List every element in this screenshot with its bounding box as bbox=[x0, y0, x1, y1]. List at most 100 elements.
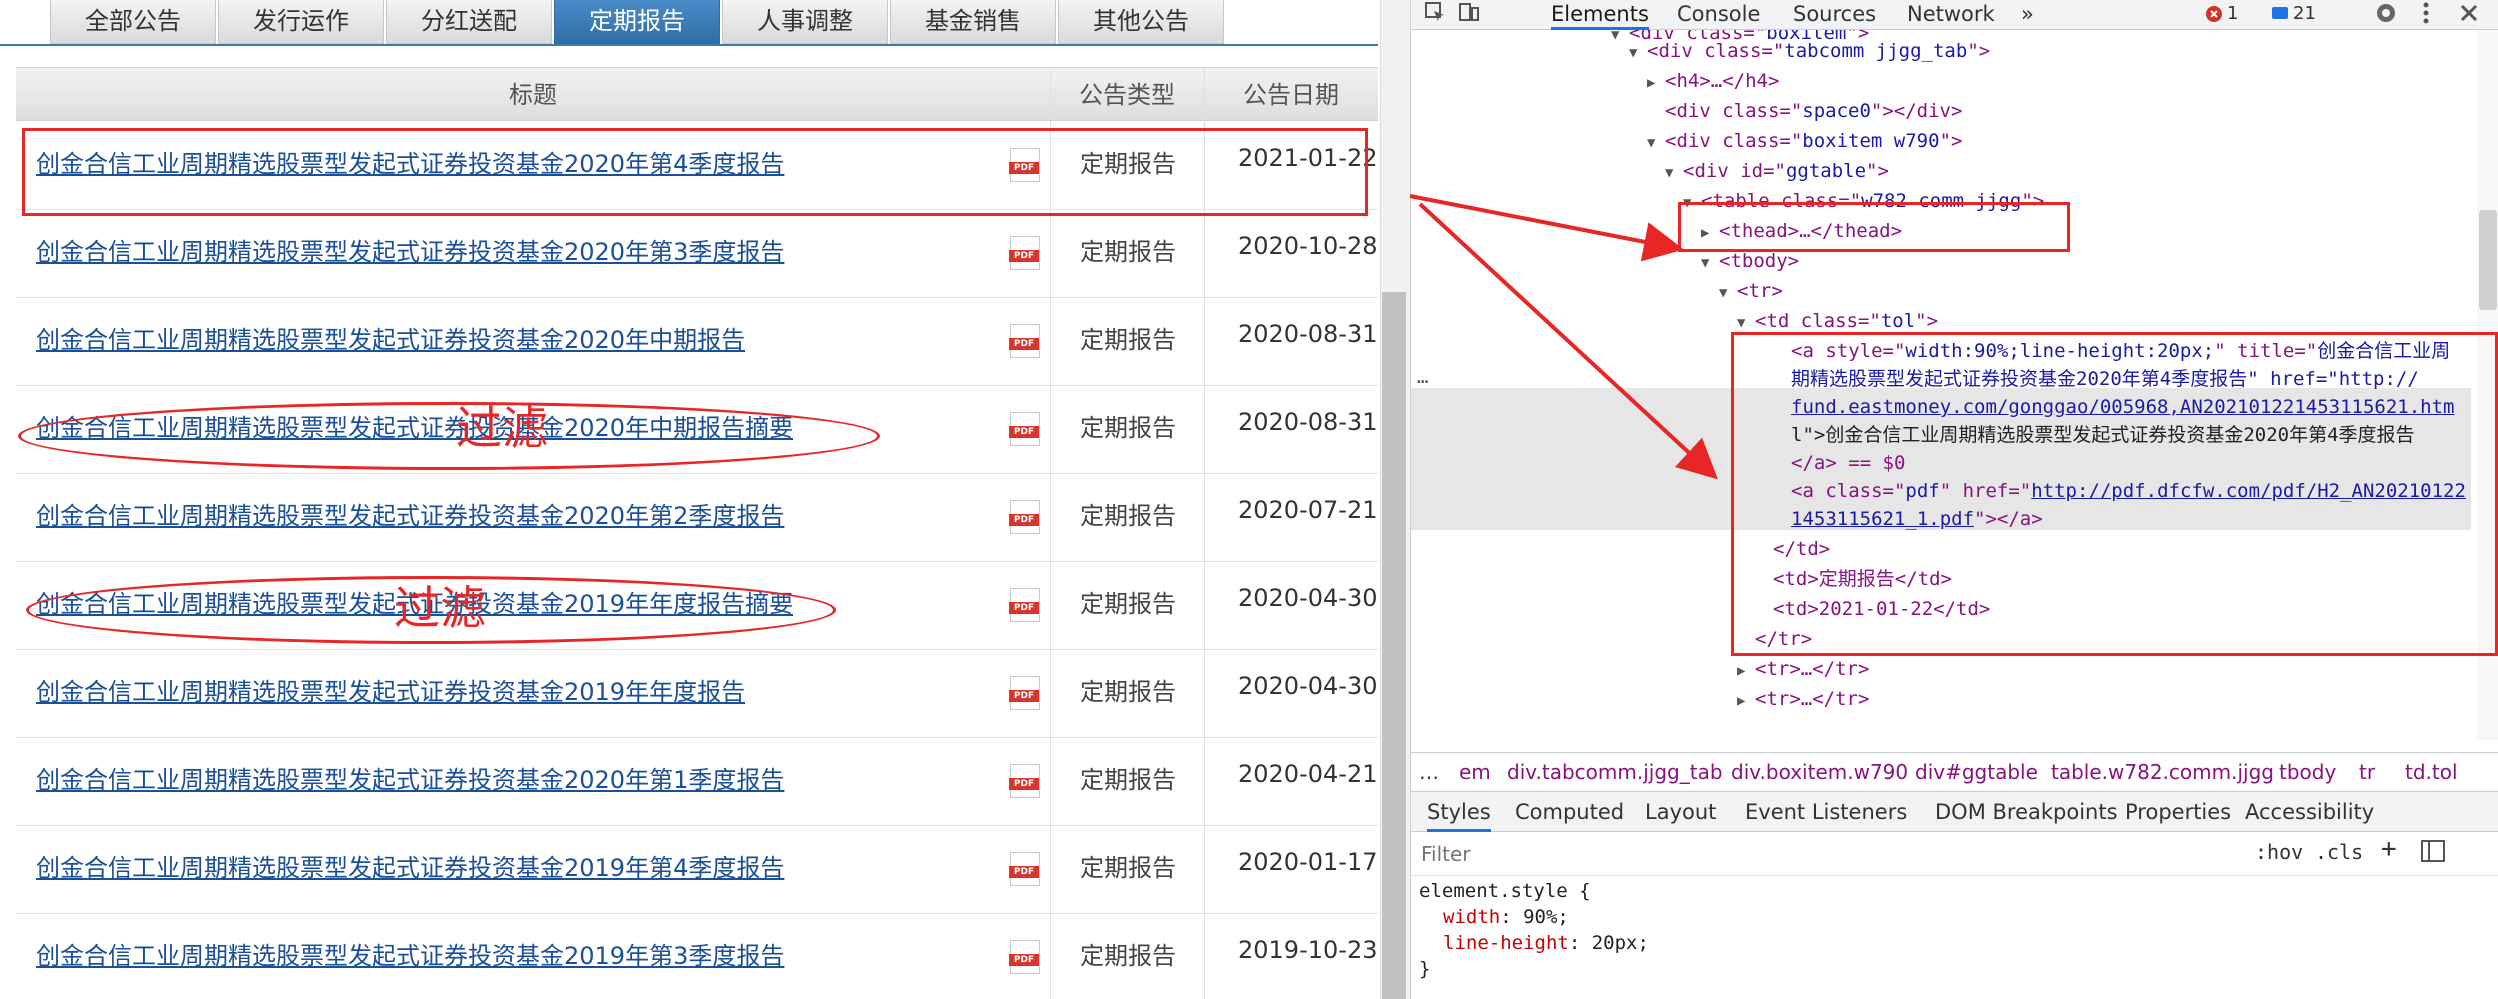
report-title-link[interactable]: 创金合信工业周期精选股票型发起式证券投资基金2020年第3季度报告 bbox=[36, 232, 784, 267]
announcement-date: 2020-04-30 bbox=[1238, 584, 1378, 612]
message-count: 21 bbox=[2293, 3, 2316, 24]
announcement-type: 定期报告 bbox=[1080, 326, 1176, 354]
header-type: 公告类型 bbox=[1079, 81, 1175, 109]
breadcrumb-item[interactable]: table.w782.comm.jjgg bbox=[2051, 753, 2274, 791]
tab-sales[interactable]: 基金销售 bbox=[890, 0, 1056, 44]
pdf-icon[interactable]: PDF bbox=[1009, 852, 1040, 886]
announcement-date: 2020-04-21 bbox=[1238, 760, 1378, 788]
tab-personnel[interactable]: 人事调整 bbox=[722, 0, 888, 44]
report-title-link[interactable]: 创金合信工业周期精选股票型发起式证券投资基金2019年第4季度报告 bbox=[36, 848, 784, 883]
device-toolbar-icon[interactable] bbox=[1457, 0, 1481, 28]
highlight-box-first-row bbox=[22, 128, 1368, 216]
inspect-element-icon[interactable] bbox=[1423, 0, 1447, 28]
tab-all[interactable]: 全部公告 bbox=[50, 0, 216, 44]
node-actions-ellipsis[interactable]: … bbox=[1417, 362, 1428, 392]
breadcrumb-item[interactable]: div.tabcomm.jjgg_tab bbox=[1507, 753, 1723, 791]
tab-other[interactable]: 其他公告 bbox=[1058, 0, 1224, 44]
styles-pane-tabs: Styles Computed Layout Event Listeners D… bbox=[1411, 792, 2498, 832]
report-title-link[interactable]: 创金合信工业周期精选股票型发起式证券投资基金2020年中期报告 bbox=[36, 320, 745, 355]
tab-styles[interactable]: Styles bbox=[1427, 792, 1491, 832]
devtools-tab-network[interactable]: Network bbox=[1907, 0, 1995, 30]
pdf-label: PDF bbox=[1009, 602, 1039, 614]
devtools-tab-console[interactable]: Console bbox=[1677, 0, 1760, 30]
highlight-box-table-node bbox=[1678, 202, 2070, 252]
dom-line[interactable]: ▶ <tr>…</tr> bbox=[1737, 684, 1869, 714]
pdf-icon[interactable]: PDF bbox=[1009, 676, 1040, 710]
style-property[interactable]: width: 90%; bbox=[1443, 904, 1569, 930]
error-count-badge[interactable]: 1 bbox=[2201, 2, 2244, 26]
announcement-date: 2020-07-21 bbox=[1238, 496, 1378, 524]
announcement-type: 定期报告 bbox=[1080, 238, 1176, 266]
pdf-icon[interactable]: PDF bbox=[1009, 764, 1040, 798]
dom-line[interactable]: ▼ <div class="tabcomm jjgg_tab"> bbox=[1629, 36, 1990, 66]
breadcrumb-item[interactable]: div#ggtable bbox=[1915, 753, 2038, 791]
more-tabs-button[interactable]: » bbox=[2021, 0, 2034, 30]
pdf-label: PDF bbox=[1009, 778, 1039, 790]
styles-filter-input[interactable] bbox=[1421, 838, 2241, 870]
tab-periodic-report[interactable]: 定期报告 bbox=[554, 0, 720, 44]
breadcrumb-ellipsis[interactable]: … bbox=[1419, 753, 1439, 791]
tab-layout[interactable]: Layout bbox=[1645, 792, 1716, 832]
devtools-tab-sources[interactable]: Sources bbox=[1793, 0, 1876, 30]
report-title-link[interactable]: 创金合信工业周期精选股票型发起式证券投资基金2020年第1季度报告 bbox=[36, 760, 784, 795]
tab-properties[interactable]: Properties bbox=[2125, 792, 2231, 832]
close-brace: } bbox=[1419, 958, 1431, 980]
breadcrumb-item-selected[interactable]: td.tol bbox=[2405, 753, 2458, 791]
tab-event-listeners[interactable]: Event Listeners bbox=[1745, 792, 1907, 832]
close-devtools-icon[interactable] bbox=[2459, 0, 2479, 28]
page-scrollbar-thumb[interactable] bbox=[1382, 292, 1406, 999]
pdf-icon[interactable]: PDF bbox=[1009, 324, 1040, 358]
tab-dom-breakpoints[interactable]: DOM Breakpoints bbox=[1935, 792, 2118, 832]
header-date: 公告日期 bbox=[1243, 81, 1339, 109]
table-header: 标题 公告类型 公告日期 bbox=[16, 67, 1378, 121]
announcement-date: 2019-10-23 bbox=[1238, 936, 1378, 964]
web-page-pane: 全部公告 发行运作 分红送配 定期报告 人事调整 基金销售 其他公告 标题 公告… bbox=[0, 0, 1378, 999]
element-style-selector: element.style { bbox=[1419, 880, 1591, 902]
styles-filter-row: :hov .cls + bbox=[1411, 832, 2498, 876]
tab-issuance[interactable]: 发行运作 bbox=[218, 0, 384, 44]
announcement-type: 定期报告 bbox=[1080, 854, 1176, 882]
breadcrumb-item[interactable]: div.boxitem.w790 bbox=[1731, 753, 1908, 791]
announcement-date: 2020-01-17 bbox=[1238, 848, 1378, 876]
breadcrumb-item[interactable]: tbody bbox=[2279, 753, 2336, 791]
report-title-link[interactable]: 创金合信工业周期精选股票型发起式证券投资基金2019年年度报告 bbox=[36, 672, 745, 707]
table-row: 创金合信工业周期精选股票型发起式证券投资基金2020年第3季度报告 PDF 定期报告… bbox=[16, 210, 1378, 298]
devtools-tab-elements[interactable]: Elements bbox=[1551, 0, 1649, 30]
report-title-link[interactable]: 创金合信工业周期精选股票型发起式证券投资基金2020年第2季度报告 bbox=[36, 496, 784, 531]
tab-dividend[interactable]: 分红送配 bbox=[386, 0, 552, 44]
dom-tree-scrollbar-thumb[interactable] bbox=[2479, 210, 2497, 310]
pdf-icon[interactable]: PDF bbox=[1009, 500, 1040, 534]
toggle-sidebar-icon[interactable] bbox=[2421, 840, 2445, 867]
breadcrumb-item[interactable]: em bbox=[1459, 753, 1491, 791]
dom-line[interactable]: ▶ <tr>…</tr> bbox=[1737, 654, 1869, 684]
dom-line[interactable]: <div class="space0"></div> bbox=[1665, 96, 1962, 126]
hover-state-toggle[interactable]: :hov bbox=[2255, 840, 2303, 864]
style-property[interactable]: line-height: 20px; bbox=[1443, 930, 1649, 956]
pdf-icon[interactable]: PDF bbox=[1009, 588, 1040, 622]
new-rule-button[interactable]: + bbox=[2381, 834, 2397, 864]
devtools-toolbar: Elements Console Sources Network » 1 21 bbox=[1411, 0, 2498, 30]
error-count: 1 bbox=[2227, 3, 2239, 24]
dom-line[interactable]: ▼ <tr> bbox=[1719, 276, 1783, 306]
message-count-badge[interactable]: 21 bbox=[2267, 2, 2322, 26]
announcement-date: 2020-08-31 bbox=[1238, 320, 1378, 348]
report-title-link[interactable]: 创金合信工业周期精选股票型发起式证券投资基金2019年第3季度报告 bbox=[36, 936, 784, 971]
tab-computed[interactable]: Computed bbox=[1515, 792, 1624, 832]
announcement-type: 定期报告 bbox=[1080, 678, 1176, 706]
pdf-icon[interactable]: PDF bbox=[1009, 940, 1040, 974]
table-row: 创金合信工业周期精选股票型发起式证券投资基金2020年中期报告 PDF 定期报告 20… bbox=[16, 298, 1378, 386]
screenshot-root: 全部公告 发行运作 分红送配 定期报告 人事调整 基金销售 其他公告 标题 公告… bbox=[0, 0, 2498, 999]
dom-line[interactable]: ▶ <h4>…</h4> bbox=[1647, 66, 1779, 96]
announcement-tab-bar: 全部公告 发行运作 分红送配 定期报告 人事调整 基金销售 其他公告 bbox=[0, 0, 1378, 46]
settings-gear-icon[interactable] bbox=[2373, 0, 2399, 28]
kebab-menu-icon[interactable] bbox=[2421, 0, 2431, 28]
pdf-icon[interactable]: PDF bbox=[1009, 236, 1040, 270]
breadcrumb-item[interactable]: tr bbox=[2359, 753, 2375, 791]
dom-line[interactable]: ▼ <div class="boxitem w790"> bbox=[1647, 126, 1962, 156]
table-row: 创金合信工业周期精选股票型发起式证券投资基金2019年第4季度报告 PDF 定期报告… bbox=[16, 826, 1378, 914]
class-toggle[interactable]: .cls bbox=[2315, 840, 2363, 864]
tab-accessibility[interactable]: Accessibility bbox=[2245, 792, 2374, 832]
table-row: 创金合信工业周期精选股票型发起式证券投资基金2020年第1季度报告 PDF 定期报告… bbox=[16, 738, 1378, 826]
dom-line[interactable]: ▼ <div id="ggtable"> bbox=[1665, 156, 1889, 186]
pdf-icon[interactable]: PDF bbox=[1009, 412, 1040, 446]
